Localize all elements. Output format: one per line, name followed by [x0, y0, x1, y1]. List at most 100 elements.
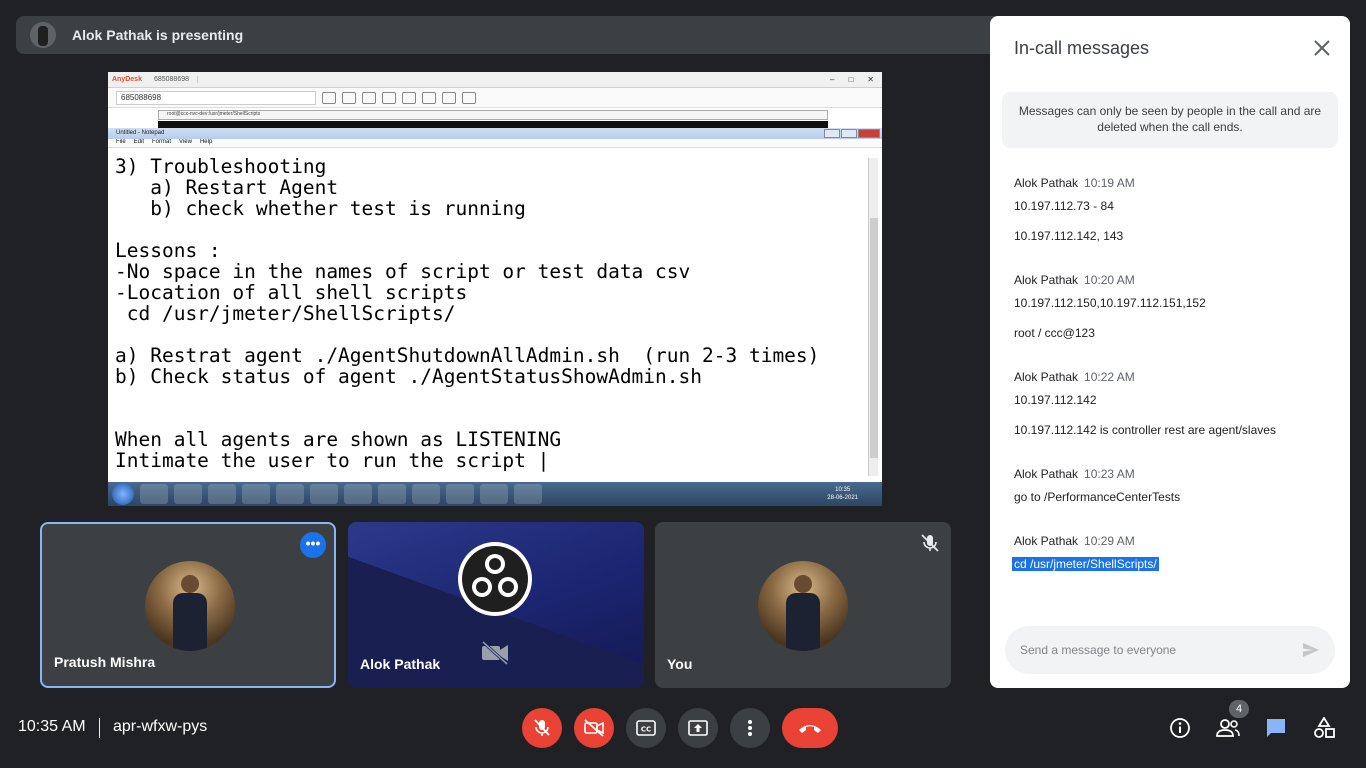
terminal-strip	[158, 121, 828, 128]
avatar	[758, 561, 848, 651]
message-time: 10:20 AM	[1084, 273, 1135, 287]
captions-icon: CC	[636, 720, 656, 736]
taskbar-clock: 10:35 28-06-2021	[827, 486, 858, 502]
mic-off-icon	[921, 534, 939, 552]
message-text: 10.197.112.73 - 84	[1014, 199, 1114, 213]
notepad-text: 3) Troubleshooting a) Restart Agent b) c…	[115, 155, 820, 472]
avatar-body	[173, 593, 207, 651]
message-sender: Alok Pathak	[1014, 370, 1079, 384]
window-controls: – □ ✕	[830, 75, 874, 84]
message-text: 10.197.112.142 is controller rest are ag…	[1014, 423, 1276, 437]
more-options-button[interactable]	[730, 708, 770, 748]
message-header: Alok Pathak 10:29 AM	[1014, 534, 1334, 552]
hang-up-icon	[799, 725, 821, 733]
participant-name: Pratush Mishra	[54, 654, 156, 670]
participant-tile-you[interactable]: You	[655, 522, 951, 688]
tool-icon	[442, 91, 456, 104]
remote-window-title: root@ccc-nvc-dev:/usr/jmeter/ShellScript…	[158, 110, 828, 120]
chrome-taskbar-icon	[242, 484, 270, 504]
app-taskbar-icon	[310, 484, 338, 504]
presenting-label: Alok Pathak is presenting	[72, 27, 244, 43]
avatar-body	[786, 593, 820, 651]
message-group: Alok Pathak 10:22 AM 10.197.112.142 10.19…	[1014, 370, 1276, 437]
anydesk-address: 685088698	[116, 90, 316, 105]
message-group: Alok Pathak 10:20 AM 10.197.112.150,10.19…	[1014, 273, 1206, 340]
message-group: Alok Pathak 10:19 AM 10.197.112.73 - 84 1…	[1014, 176, 1135, 243]
folder-taskbar-icon	[412, 484, 440, 504]
camera-off-icon	[481, 640, 509, 666]
present-screen-button[interactable]	[678, 708, 718, 748]
more-vert-icon	[748, 720, 752, 736]
menu-help: Help	[199, 139, 213, 145]
message-group: Alok Pathak 10:23 AM go to /PerformanceCe…	[1014, 467, 1180, 504]
taskbar-date: 28-06-2021	[827, 495, 858, 501]
ie-taskbar-icon	[174, 484, 202, 504]
close-icon: ✕	[867, 75, 874, 84]
message-group: Alok Pathak 10:29 AM cd /usr/jmeter/Shell…	[1012, 534, 1334, 573]
message-text: go to /PerformanceCenterTests	[1014, 490, 1181, 504]
close-icon	[858, 129, 880, 138]
message-header: Alok Pathak 10:22 AM	[1014, 370, 1276, 388]
tool-icon	[382, 91, 396, 104]
notepad-window-controls	[824, 129, 880, 138]
maximize-icon	[841, 129, 857, 138]
message-header: Alok Pathak 10:20 AM	[1014, 273, 1206, 291]
message-time: 10:22 AM	[1084, 370, 1135, 384]
message-time: 10:29 AM	[1084, 534, 1135, 548]
message-time: 10:23 AM	[1084, 467, 1135, 481]
windows-taskbar: 10:35 28-06-2021	[108, 482, 882, 506]
message-time: 10:19 AM	[1084, 176, 1135, 190]
notepad-scrollbar	[868, 158, 878, 476]
meeting-details-button[interactable]	[1164, 712, 1196, 744]
obs-logo-icon	[458, 542, 532, 616]
message-text-selected[interactable]: cd /usr/jmeter/ShellScripts/	[1012, 557, 1159, 571]
mic-toggle-button[interactable]	[522, 708, 562, 748]
panel-title: In-call messages	[1014, 38, 1150, 58]
presenting-banner: Alok Pathak is presenting	[16, 16, 1016, 54]
tool-icon	[462, 91, 476, 104]
notepad-titlebar: Untitled - Notepad	[108, 128, 882, 139]
message-compose	[1005, 626, 1335, 674]
more-options-button[interactable]: •••	[300, 532, 326, 558]
message-sender: Alok Pathak	[1014, 534, 1079, 548]
menu-edit: Edit	[133, 139, 145, 145]
message-text: root / ccc@123	[1014, 326, 1095, 340]
anydesk-logo: AnyDesk	[112, 76, 142, 83]
app-taskbar-icon	[480, 484, 508, 504]
notepad-title: Untitled - Notepad	[116, 130, 165, 136]
mic-off-icon	[534, 719, 550, 736]
camera-toggle-button[interactable]	[574, 708, 614, 748]
anydesk-toolbar: 685088698	[108, 88, 882, 108]
chat-icon	[1267, 719, 1285, 737]
tool-icon	[322, 91, 336, 104]
menu-view: View	[179, 139, 192, 145]
minimize-icon: –	[830, 75, 835, 84]
message-text: 10.197.112.142	[1014, 393, 1097, 407]
menu-format: Format	[152, 139, 172, 145]
camera-off-icon	[584, 719, 604, 737]
close-panel-icon[interactable]	[1312, 38, 1332, 58]
app-taskbar-icon	[378, 484, 406, 504]
app-taskbar-icon	[514, 484, 542, 504]
participant-name: You	[667, 656, 693, 672]
anydesk-session-tab: 685088698	[146, 76, 199, 83]
participant-tile-alok[interactable]: Alok Pathak	[348, 522, 644, 688]
participant-tile-pratush[interactable]: ••• Pratush Mishra	[40, 522, 336, 688]
avatar-head	[181, 575, 199, 593]
activities-button[interactable]	[1308, 712, 1340, 744]
message-input[interactable]	[1020, 626, 1290, 674]
meeting-code: apr-wfxw-pys	[113, 718, 208, 735]
send-icon[interactable]	[1301, 640, 1321, 660]
avatar-head	[794, 575, 812, 593]
app-taskbar-icon	[208, 484, 236, 504]
captions-button[interactable]: CC	[626, 708, 666, 748]
anydesk-taskbar-icon	[140, 484, 168, 504]
participant-name: Alok Pathak	[360, 656, 441, 672]
windows-start-icon	[112, 483, 134, 505]
leave-call-button[interactable]	[782, 708, 838, 748]
minimize-icon	[824, 129, 840, 138]
app-taskbar-icon	[344, 484, 372, 504]
chat-button[interactable]	[1260, 712, 1292, 744]
notepad-menubar: File Edit Format View Help	[108, 139, 882, 148]
message-sender: Alok Pathak	[1014, 467, 1079, 481]
